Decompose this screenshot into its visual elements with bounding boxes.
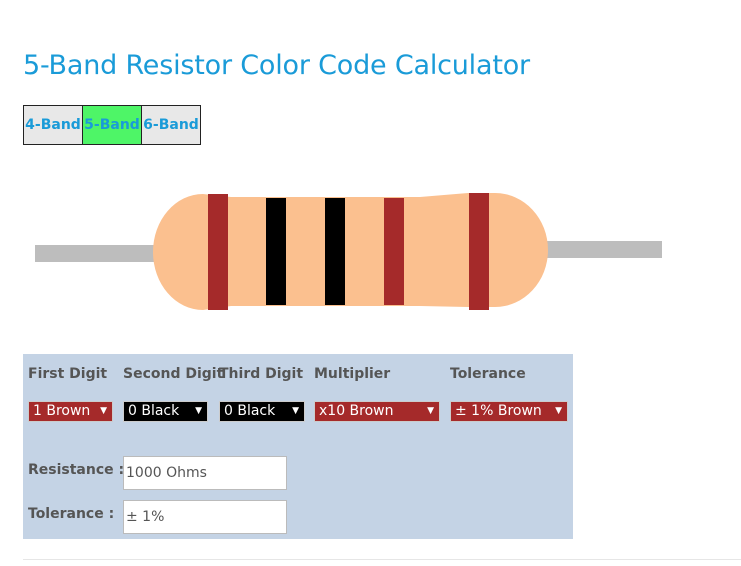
second-digit-value: 0 Black [128,403,180,419]
resistor-band-3 [325,198,345,305]
resistor-illustration [35,193,662,310]
third-digit-label: Third Digit [219,366,304,382]
chevron-down-icon: ▼ [100,406,107,416]
first-digit-label: First Digit [28,366,108,382]
second-digit-label: Second Digit [123,366,224,382]
tab-4-band[interactable]: 4-Band [23,105,83,145]
chevron-down-icon: ▼ [427,406,434,416]
multiplier-value: x10 Brown [319,403,394,419]
resistor-band-2 [266,198,286,305]
first-digit-value: 1 Brown [33,403,91,419]
resistor-band-4 [384,198,404,305]
first-digit-select[interactable]: 1 Brown ▼ [28,401,113,422]
band-selector-tabs: 4-Band 5-Band 6-Band [23,105,201,145]
multiplier-label: Multiplier [314,366,391,382]
resistor-band-1 [208,194,228,310]
tolerance-output[interactable]: ± 1% [123,500,287,534]
multiplier-select[interactable]: x10 Brown ▼ [314,401,440,422]
divider [23,559,741,560]
tolerance-column-label: Tolerance [450,366,526,382]
tolerance-select-value: ± 1% Brown [455,403,542,419]
calculator-panel: First Digit Second Digit Third Digit Mul… [23,354,573,539]
chevron-down-icon: ▼ [195,406,202,416]
resistance-label: Resistance : [28,462,125,478]
resistor-band-5 [469,193,489,310]
second-digit-select[interactable]: 0 Black ▼ [123,401,208,422]
tab-6-band[interactable]: 6-Band [141,105,201,145]
resistor-lead-right [540,241,662,258]
chevron-down-icon: ▼ [555,406,562,416]
tab-5-band[interactable]: 5-Band [82,105,142,145]
chevron-down-icon: ▼ [292,406,299,416]
third-digit-select[interactable]: 0 Black ▼ [219,401,305,422]
resistance-output[interactable]: 1000 Ohms [123,456,287,490]
tolerance-result-label: Tolerance : [28,506,115,522]
third-digit-value: 0 Black [224,403,276,419]
tolerance-select[interactable]: ± 1% Brown ▼ [450,401,568,422]
resistor-lead-left [35,245,160,262]
page-title: 5-Band Resistor Color Code Calculator [23,50,530,81]
